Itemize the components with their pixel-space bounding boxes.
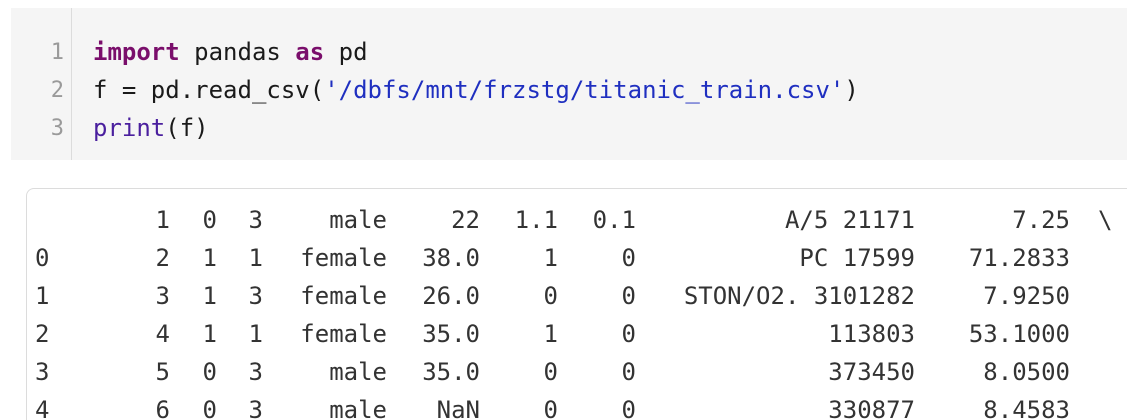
table-cell: 373450 bbox=[828, 358, 915, 386]
table-cell: PC 17599 bbox=[799, 244, 915, 272]
header-cell: male bbox=[329, 206, 387, 234]
table-cell: STON/O2. 3101282 bbox=[683, 282, 915, 310]
row-index: 4 bbox=[35, 396, 50, 420]
table-cell: 8.0500 bbox=[983, 358, 1070, 386]
table-cell: 1 bbox=[202, 282, 217, 310]
table-cell: 113803 bbox=[828, 320, 915, 348]
table-cell: female bbox=[300, 282, 387, 310]
table-cell: female bbox=[300, 320, 387, 348]
table-cell: 0 bbox=[621, 244, 636, 272]
table-cell: male bbox=[329, 396, 387, 420]
table-cell: 0 bbox=[543, 282, 558, 310]
code-cell[interactable]: 1 2 3 import pandas as pd f = pd.read_cs… bbox=[11, 8, 1127, 160]
table-cell: 0 bbox=[202, 396, 217, 420]
table-cell: 5 bbox=[155, 358, 170, 386]
table-cell: 1 bbox=[248, 244, 263, 272]
output-cell: 1 0 3 male 22 1.1 0.1 A/5 21171 7.25 \ 0… bbox=[26, 188, 1127, 420]
table-cell: 35.0 bbox=[422, 358, 480, 386]
line-number: 1 bbox=[50, 40, 64, 65]
code-line-1[interactable]: import pandas as pd bbox=[93, 33, 368, 71]
table-cell: 3 bbox=[248, 282, 263, 310]
table-cell: 53.1000 bbox=[968, 320, 1070, 348]
table-cell: female bbox=[300, 244, 387, 272]
table-cell: NaN bbox=[436, 396, 480, 420]
row-index: 1 bbox=[35, 282, 50, 310]
table-cell: male bbox=[329, 358, 387, 386]
table-cell: 6 bbox=[155, 396, 170, 420]
keyword-import: import bbox=[93, 38, 180, 66]
line-number: 3 bbox=[50, 116, 64, 141]
row-index: 0 bbox=[35, 244, 50, 272]
header-cell: 1 bbox=[155, 206, 170, 234]
table-cell: 0 bbox=[621, 282, 636, 310]
table-cell: 3 bbox=[248, 358, 263, 386]
row-index: 3 bbox=[35, 358, 50, 386]
table-cell: 4 bbox=[155, 320, 170, 348]
table-cell: 330877 bbox=[828, 396, 915, 420]
output-row: 3 5 0 3 male 35.0 0 0 373450 8.0500 bbox=[35, 353, 1125, 391]
line-number-gutter: 1 2 3 bbox=[11, 8, 72, 160]
table-cell: 1 bbox=[543, 244, 558, 272]
output-row: 1 3 1 3 female 26.0 0 0 STON/O2. 3101282… bbox=[35, 277, 1125, 315]
header-cell: 22 bbox=[451, 206, 480, 234]
table-cell: 38.0 bbox=[422, 244, 480, 272]
gutter-divider bbox=[71, 8, 72, 160]
table-cell: 0 bbox=[543, 358, 558, 386]
row-index: 2 bbox=[35, 320, 50, 348]
table-cell: 1 bbox=[543, 320, 558, 348]
output-row: 2 4 1 1 female 35.0 1 0 113803 53.1000 bbox=[35, 315, 1125, 353]
table-cell: 0 bbox=[543, 396, 558, 420]
print-function: print bbox=[93, 114, 166, 142]
header-cell: 0.1 bbox=[592, 206, 636, 234]
table-cell: 0 bbox=[621, 320, 636, 348]
line-continuation: \ bbox=[1098, 206, 1113, 234]
table-cell: 0 bbox=[621, 358, 636, 386]
output-row: 0 2 1 1 female 38.0 1 0 PC 17599 71.2833 bbox=[35, 239, 1125, 277]
table-cell: 8.4583 bbox=[983, 396, 1070, 420]
module-alias: pd bbox=[324, 38, 368, 66]
read-csv-call: f = pd.read_csv( bbox=[93, 76, 325, 104]
table-cell: 1 bbox=[248, 320, 263, 348]
table-cell: 1 bbox=[202, 244, 217, 272]
table-cell: 0 bbox=[621, 396, 636, 420]
table-cell: 0 bbox=[202, 358, 217, 386]
table-cell: 26.0 bbox=[422, 282, 480, 310]
table-cell: 2 bbox=[155, 244, 170, 272]
table-cell: 7.9250 bbox=[983, 282, 1070, 310]
call-close: ) bbox=[844, 76, 859, 104]
header-cell: A/5 21171 bbox=[784, 206, 915, 234]
output-row: 4 6 0 3 male NaN 0 0 330877 8.4583 bbox=[35, 391, 1125, 420]
output-header-row: 1 0 3 male 22 1.1 0.1 A/5 21171 7.25 \ bbox=[35, 201, 1125, 239]
code-line-3[interactable]: print(f) bbox=[93, 109, 209, 147]
module-name: pandas bbox=[179, 38, 296, 66]
header-cell: 1.1 bbox=[514, 206, 558, 234]
table-cell: 71.2833 bbox=[968, 244, 1070, 272]
table-cell: 3 bbox=[155, 282, 170, 310]
keyword-as: as bbox=[295, 38, 325, 66]
print-args: (f) bbox=[165, 114, 209, 142]
line-number: 2 bbox=[50, 78, 64, 103]
header-cell: 7.25 bbox=[1012, 206, 1070, 234]
table-cell: 35.0 bbox=[422, 320, 480, 348]
header-cell: 3 bbox=[248, 206, 263, 234]
table-cell: 1 bbox=[202, 320, 217, 348]
csv-path-string: '/dbfs/mnt/frzstg/titanic_train.csv' bbox=[324, 76, 845, 104]
code-line-2[interactable]: f = pd.read_csv('/dbfs/mnt/frzstg/titani… bbox=[93, 71, 859, 109]
header-cell: 0 bbox=[202, 206, 217, 234]
table-cell: 3 bbox=[248, 396, 263, 420]
